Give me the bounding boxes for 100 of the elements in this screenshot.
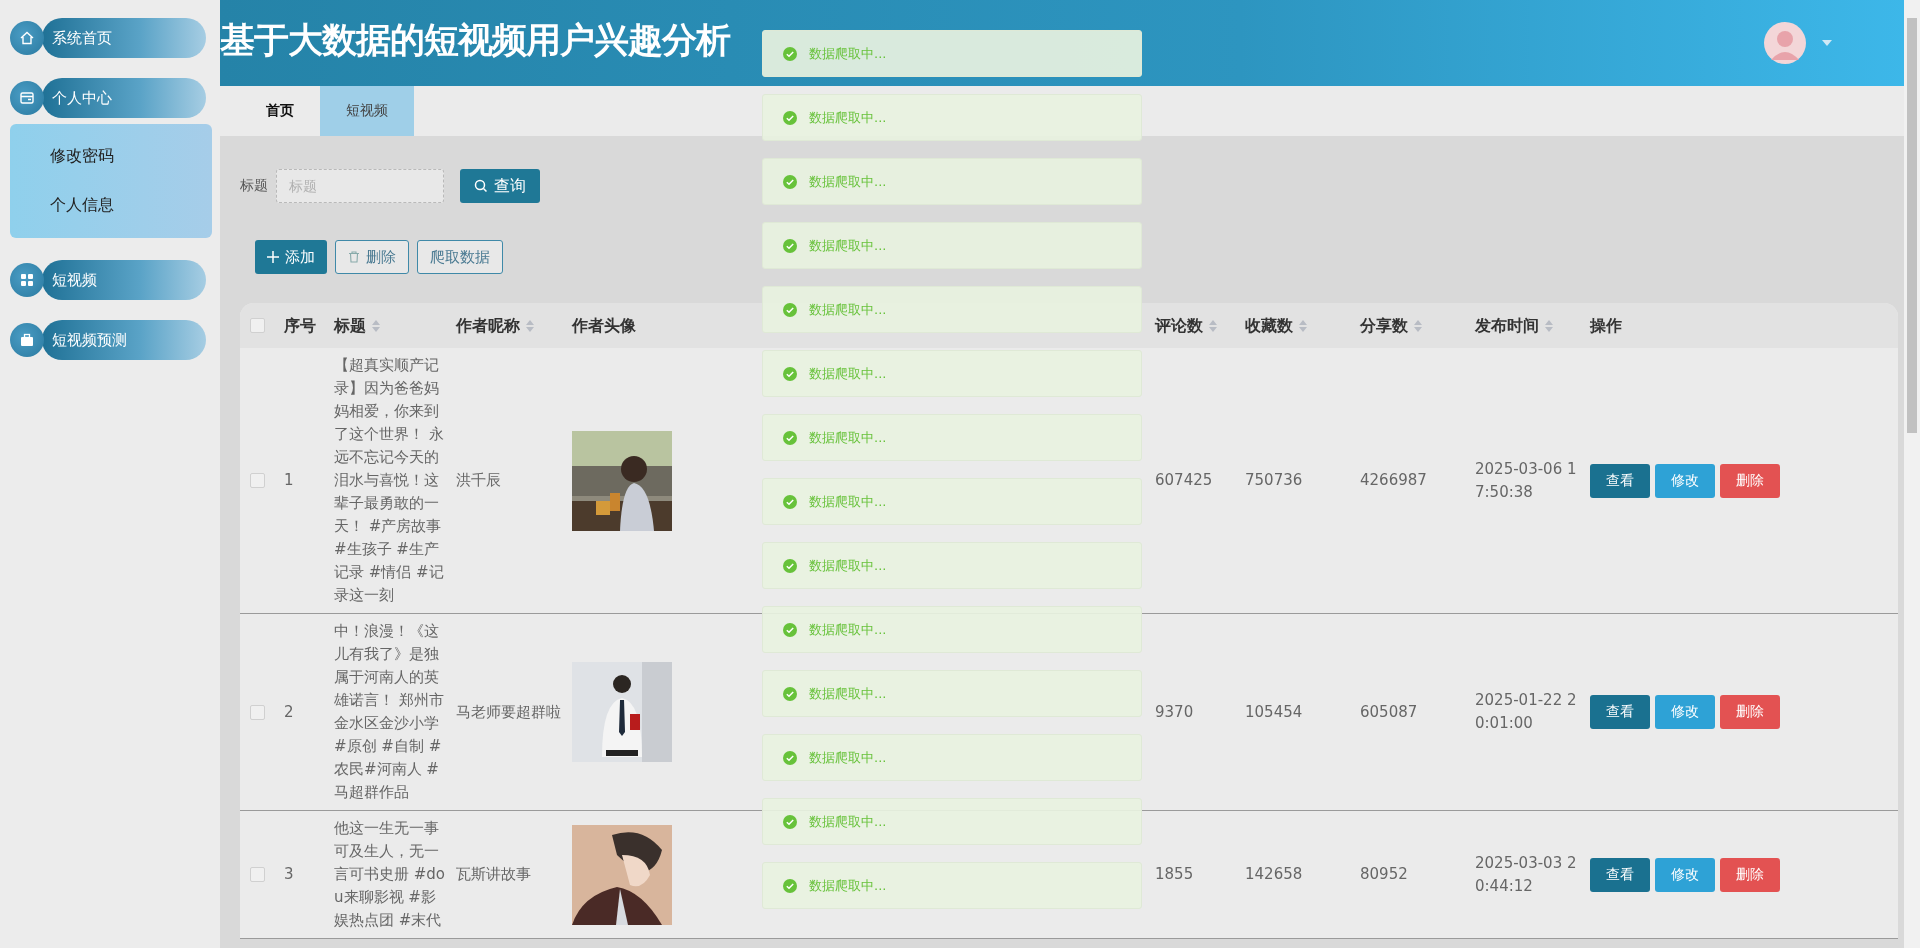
field-label: 标题	[240, 177, 268, 195]
sidebar-item[interactable]: 系统首页	[42, 18, 206, 58]
table-cell-text: 马老师要超群啦	[456, 701, 561, 723]
search-button[interactable]: 查询	[460, 169, 540, 203]
row-checkbox[interactable]	[250, 867, 265, 882]
trash-icon	[348, 251, 360, 263]
table-cell-text: 80952	[1360, 864, 1408, 885]
sort-icon[interactable]	[1545, 319, 1553, 332]
check-circle-icon	[783, 238, 797, 253]
toast-text: 数据爬取中...	[809, 44, 887, 63]
toast-text: 数据爬取中...	[809, 684, 887, 703]
search-icon	[474, 179, 488, 193]
sort-icon[interactable]	[372, 319, 380, 332]
delete-button[interactable]: 删除	[1720, 695, 1780, 729]
column-header: 标题	[334, 315, 366, 337]
check-circle-icon	[783, 366, 797, 381]
toast-text: 数据爬取中...	[809, 364, 887, 383]
check-circle-icon	[783, 750, 797, 765]
delete-button[interactable]: 删除	[1720, 857, 1780, 892]
toast-text: 数据爬取中...	[809, 300, 887, 319]
home-icon	[10, 21, 44, 55]
tab[interactable]: 短视频	[320, 86, 414, 136]
table-cell-text: 105454	[1245, 701, 1303, 723]
view-button[interactable]: 查看	[1590, 695, 1650, 729]
tab[interactable]: 首页	[240, 86, 320, 136]
check-circle-icon	[783, 110, 797, 125]
add-button[interactable]: 添加	[255, 240, 327, 274]
toast-text: 数据爬取中...	[809, 748, 887, 767]
table-cell-text: 4266987	[1360, 470, 1427, 491]
check-circle-icon	[783, 430, 797, 445]
table-cell-text: 9370	[1155, 701, 1194, 723]
table-cell-text: 洪千辰	[456, 470, 501, 491]
column-header: 序号	[284, 315, 316, 337]
column-header: 分享数	[1360, 315, 1408, 337]
card-icon	[10, 81, 44, 115]
table-cell-text: 他这一生无一事可及生人，无一言可书史册 #dou来聊影视 #影娱热点团 #末代	[334, 818, 447, 931]
table-cell-text: 607425	[1155, 470, 1213, 491]
check-circle-icon	[783, 302, 797, 317]
column-header: 评论数	[1155, 315, 1203, 337]
sort-icon[interactable]	[1414, 319, 1422, 332]
column-header: 操作	[1590, 315, 1622, 337]
check-circle-icon	[783, 174, 797, 189]
toast-text: 数据爬取中...	[809, 236, 887, 255]
sort-icon[interactable]	[1299, 319, 1307, 332]
table-cell-text: 1855	[1155, 864, 1194, 885]
check-circle-icon	[783, 46, 797, 61]
toast-text: 数据爬取中...	[809, 620, 887, 639]
row-checkbox[interactable]	[250, 473, 265, 488]
check-circle-icon	[783, 814, 797, 829]
toast-text: 数据爬取中...	[809, 108, 887, 127]
column-header: 收藏数	[1245, 315, 1293, 337]
crawl-button[interactable]: 爬取数据	[417, 240, 503, 274]
toast-text: 数据爬取中...	[809, 876, 887, 895]
toast-text: 数据爬取中...	[809, 172, 887, 191]
table-cell-text: 2025-01-22 20:01:00	[1475, 690, 1578, 734]
sidebar-item[interactable]: 短视频	[42, 260, 206, 300]
delete-button[interactable]: 删除	[335, 240, 409, 274]
sidebar-item[interactable]: 短视频预测	[42, 320, 206, 360]
toast-text: 数据爬取中...	[809, 492, 887, 511]
grid-icon	[10, 263, 44, 297]
check-circle-icon	[783, 494, 797, 509]
view-button[interactable]: 查看	[1590, 463, 1650, 498]
table-cell-text: 2025-03-06 17:50:38	[1475, 458, 1578, 503]
select-all-checkbox[interactable]	[250, 318, 265, 333]
scrollbar[interactable]	[1904, 0, 1920, 948]
check-circle-icon	[783, 686, 797, 701]
submenu-item[interactable]: 修改密码	[10, 132, 212, 181]
row-checkbox[interactable]	[250, 704, 265, 720]
table-cell-text: 瓦斯讲故事	[456, 864, 531, 885]
table-cell-text: 中！浪漫！《这儿有我了》是独属于河南人的英雄诺言！ 郑州市金水区金沙小学 #原创 #自制 #农民#河南人 #马超群作品	[334, 621, 445, 803]
table-cell-text: 750736	[1245, 470, 1303, 491]
column-header: 作者昵称	[456, 315, 520, 337]
sort-icon[interactable]	[1209, 319, 1217, 332]
column-header: 发布时间	[1475, 315, 1539, 337]
sort-icon[interactable]	[526, 319, 534, 332]
delete-button[interactable]: 删除	[1720, 463, 1780, 498]
table-cell-text: 1	[284, 470, 294, 491]
briefcase-icon	[10, 323, 44, 357]
edit-button[interactable]: 修改	[1655, 463, 1715, 498]
table-cell-text: 2	[284, 701, 294, 723]
caret-icon[interactable]	[1822, 40, 1832, 46]
view-button[interactable]: 查看	[1590, 857, 1650, 892]
sidebar-item[interactable]: 个人中心	[42, 78, 206, 118]
app-title: 基于大数据的短视频用户兴趣分析	[220, 18, 730, 62]
check-circle-icon	[783, 622, 797, 637]
submenu-item[interactable]: 个人信息	[10, 181, 212, 230]
edit-button[interactable]: 修改	[1655, 857, 1715, 892]
table-cell-text: 142658	[1245, 864, 1303, 885]
table-cell-text: 3	[284, 864, 294, 885]
check-circle-icon	[783, 878, 797, 893]
column-header: 作者头像	[572, 315, 636, 337]
check-circle-icon	[783, 558, 797, 573]
toast-text: 数据爬取中...	[809, 428, 887, 447]
plus-icon	[267, 251, 279, 263]
toast-text: 数据爬取中...	[809, 812, 887, 831]
table-cell-text: 2025-03-03 20:44:12	[1475, 852, 1578, 897]
edit-button[interactable]: 修改	[1655, 695, 1715, 729]
toast-text: 数据爬取中...	[809, 556, 887, 575]
table-cell-text: 【超真实顺产记录】因为爸爸妈妈相爱，你来到了这个世界！ 永远不忘记今天的泪水与喜悦！这辈子最勇敢的一天！ #产房故事 #生孩子 #生产记录 #情侣 #记录这一刻	[334, 355, 445, 606]
avatar-icon[interactable]	[1764, 22, 1806, 64]
